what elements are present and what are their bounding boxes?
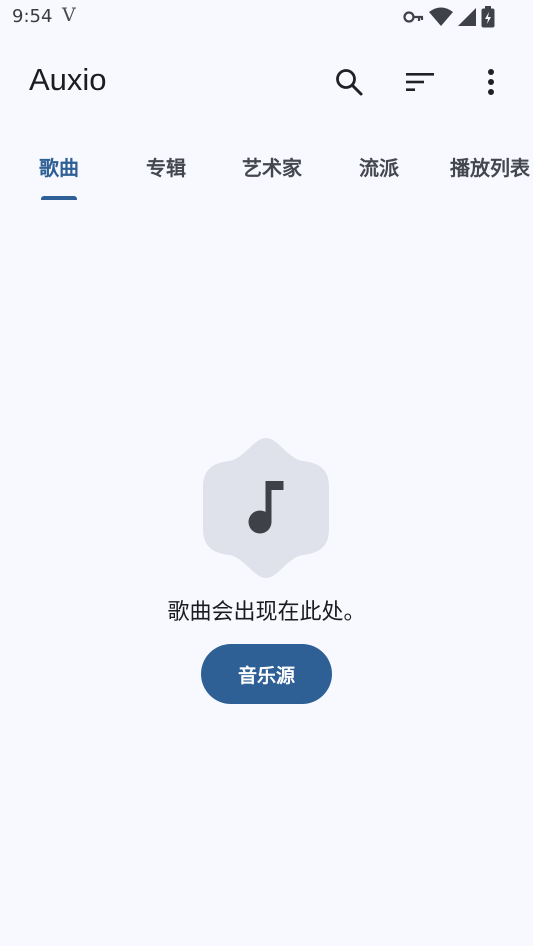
search-button[interactable] <box>329 62 369 102</box>
active-tab-indicator <box>41 196 77 200</box>
music-source-button[interactable]: 音乐源 <box>201 644 332 704</box>
carrier-glyph: V <box>62 4 76 26</box>
app-bar: Auxio <box>0 50 533 114</box>
more-options-button[interactable] <box>471 62 511 102</box>
tab-albums[interactable]: 专辑 <box>146 152 186 181</box>
sort-icon <box>406 73 434 91</box>
app-title: Auxio <box>29 62 107 97</box>
empty-state-message: 歌曲会出现在此处。 <box>167 600 366 625</box>
more-vert-icon <box>488 69 494 95</box>
status-icons <box>403 6 495 28</box>
tab-bar: 歌曲 专辑 艺术家 流派 播放列表 <box>0 140 533 202</box>
status-time: 9:54 <box>12 6 53 27</box>
battery-charging-icon <box>481 6 495 28</box>
tab-artists[interactable]: 艺术家 <box>242 152 302 181</box>
tab-playlists[interactable]: 播放列表 <box>450 152 530 181</box>
vpn-key-icon <box>403 11 424 23</box>
cell-signal-icon <box>458 8 476 26</box>
screen: 9:54 V Auxio 歌曲 专辑 艺术家 流派 播放列表 歌曲会出现在此处。… <box>0 0 533 946</box>
tab-songs[interactable]: 歌曲 <box>39 152 79 181</box>
status-bar: 9:54 V <box>0 0 533 36</box>
search-icon <box>336 69 363 96</box>
empty-state-illustration <box>202 437 330 579</box>
tab-genres[interactable]: 流派 <box>359 152 399 181</box>
wifi-icon <box>429 7 453 26</box>
sort-button[interactable] <box>400 62 440 102</box>
